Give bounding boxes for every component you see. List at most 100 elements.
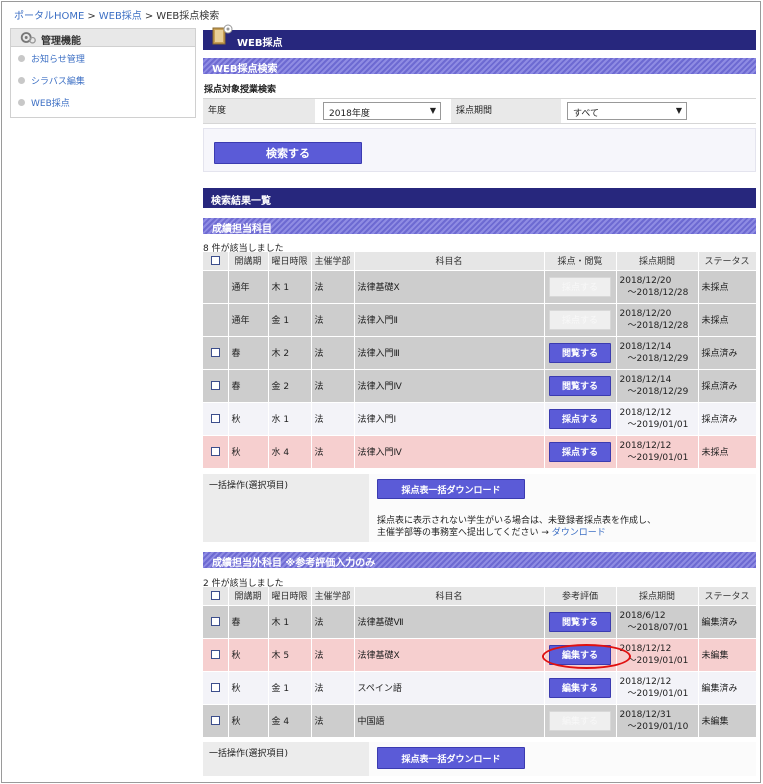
period-end: ～2019/01/01 xyxy=(627,452,689,463)
select-all-cell xyxy=(203,252,229,271)
sidebar-item-label: お知らせ管理 xyxy=(31,54,85,65)
section-header-reference-subjects: 成績担当外科目 ※参考評価入力のみ xyxy=(203,552,756,569)
day-period-cell: 木 1 xyxy=(268,605,312,639)
action-cell: 採点する xyxy=(544,270,617,304)
breadcrumb-separator: > xyxy=(87,11,96,22)
open-term-cell: 通年 xyxy=(228,303,269,337)
checkbox-cell xyxy=(203,638,229,672)
section-title: 成績担当科目 xyxy=(212,224,272,235)
row-checkbox[interactable] xyxy=(210,682,220,692)
row-checkbox[interactable] xyxy=(210,380,220,390)
bulk-download-button[interactable]: 採点表一括ダウンロード xyxy=(377,747,525,769)
open-term-cell: 春 xyxy=(228,369,269,403)
view-button[interactable]: 閲覧する xyxy=(549,375,611,396)
period-start: 2018/12/12 xyxy=(619,676,672,687)
search-form: 年度 2018年度 ▼ 採点期間 すべて ▼ xyxy=(203,98,756,124)
period-start: 2018/12/31 xyxy=(619,709,672,720)
day-period-cell: 木 1 xyxy=(268,270,312,304)
note-line-with-link: 主催学部等の事務室へ提出してください → ダウンロード xyxy=(377,527,656,539)
period-cell: 2018/12/20 ～2018/12/28 xyxy=(616,270,699,304)
status-cell: 採点済み xyxy=(698,402,757,436)
period-end: ～2018/12/29 xyxy=(627,353,689,364)
sidebar-item-label: シラバス編集 xyxy=(31,76,85,87)
checkbox-cell xyxy=(203,369,229,403)
period-cell: 2018/12/20 ～2018/12/28 xyxy=(616,303,699,337)
table-row: 通年 木 1 法 法律基礎X 採点する 2018/12/20 ～2018/12/2… xyxy=(203,270,757,304)
period-end: ～2018/07/01 xyxy=(627,622,689,633)
period-end: ～2018/12/29 xyxy=(627,386,689,397)
table-header-row: 開講期 曜日時限 主催学部 科目名 採点・閲覧 採点期間 ステータス xyxy=(203,252,757,271)
download-link[interactable]: ダウンロード xyxy=(552,528,606,538)
checkbox-cell xyxy=(203,704,229,738)
faculty-cell: 法 xyxy=(311,402,355,436)
gear-icon xyxy=(20,32,36,44)
sidebar-item-news[interactable]: お知らせ管理 xyxy=(11,47,195,69)
subject-cell: 法律入門Ⅲ xyxy=(354,336,545,370)
day-period-cell: 金 4 xyxy=(268,704,312,738)
row-checkbox[interactable] xyxy=(210,616,220,626)
grade-button[interactable]: 採点する xyxy=(549,408,611,429)
year-select-value: 2018年度 xyxy=(329,109,370,119)
sidebar-item-web-grading[interactable]: WEB採点 xyxy=(11,91,195,113)
row-checkbox[interactable] xyxy=(210,413,220,423)
sidebar-item-syllabus[interactable]: シラバス編集 xyxy=(11,69,195,91)
table-row: 秋 水 4 法 法律入門Ⅳ 採点する 2018/12/12 ～2019/01/01… xyxy=(203,435,757,469)
breadcrumb-web-grading-link[interactable]: WEB採点 xyxy=(99,11,142,22)
subject-cell: 法律入門Ⅳ xyxy=(354,369,545,403)
status-cell: 未採点 xyxy=(698,270,757,304)
row-checkbox[interactable] xyxy=(210,649,220,659)
period-start: 2018/12/20 xyxy=(619,275,672,286)
subject-cell: スペイン語 xyxy=(354,671,545,705)
note-line: 採点表に表示されない学生がいる場合は、未登録者採点表を作成し、 xyxy=(377,516,657,526)
bulk-operation-panel: 採点表一括ダウンロード 採点表に表示されない学生がいる場合は、未登録者採点表を作… xyxy=(369,474,756,542)
period-cell: 2018/12/14 ～2018/12/29 xyxy=(616,336,699,370)
bulk-operation-label: 一括操作(選択項目) xyxy=(209,749,289,759)
row-checkbox[interactable] xyxy=(210,347,220,357)
period-select[interactable]: すべて ▼ xyxy=(567,102,687,120)
faculty-cell: 法 xyxy=(311,369,355,403)
table-row: 秋 水 1 法 法律入門Ⅰ 採点する 2018/12/12 ～2019/01/01… xyxy=(203,402,757,436)
grade-button[interactable]: 採点する xyxy=(549,441,611,462)
period-select-value: すべて xyxy=(573,109,600,119)
bulk-download-button[interactable]: 採点表一括ダウンロード xyxy=(377,479,525,499)
column-header: ステータス xyxy=(698,252,757,271)
year-select[interactable]: 2018年度 ▼ xyxy=(323,102,441,120)
table-row: 秋 木 5 法 法律基礎X 編集する 2018/12/12 ～2019/01/01… xyxy=(203,638,757,672)
search-button[interactable]: 検索する xyxy=(214,142,362,164)
day-period-cell: 水 1 xyxy=(268,402,312,436)
checkbox-cell xyxy=(203,336,229,370)
faculty-cell: 法 xyxy=(311,435,355,469)
faculty-cell: 法 xyxy=(311,270,355,304)
action-cell: 採点する xyxy=(544,402,617,436)
edit-button[interactable]: 編集する xyxy=(549,677,611,698)
grade-button: 採点する xyxy=(549,309,611,330)
view-button[interactable]: 閲覧する xyxy=(549,611,611,632)
day-period-cell: 金 1 xyxy=(268,671,312,705)
column-header: 採点期間 xyxy=(616,587,699,606)
edit-button: 編集する xyxy=(549,710,611,731)
view-button[interactable]: 閲覧する xyxy=(549,342,611,363)
faculty-cell: 法 xyxy=(311,704,355,738)
select-all-checkbox[interactable] xyxy=(210,590,220,600)
download-note: 採点表に表示されない学生がいる場合は、未登録者採点表を作成し、 主催学部等の事務… xyxy=(377,515,656,539)
select-all-checkbox[interactable] xyxy=(210,255,220,265)
reference-subjects-table: 開講期 曜日時限 主催学部 科目名 参考評価 採点期間 ステータス 春 木 1 … xyxy=(203,587,757,738)
row-checkbox[interactable] xyxy=(210,715,220,725)
status-cell: 採点済み xyxy=(698,369,757,403)
period-start: 2018/12/12 xyxy=(619,440,672,451)
search-subtitle: 採点対象授業検索 xyxy=(204,85,277,95)
column-header: ステータス xyxy=(698,587,757,606)
column-header: 曜日時限 xyxy=(268,252,312,271)
sidebar: 管理機能 お知らせ管理 シラバス編集 WEB採点 xyxy=(10,28,196,118)
period-cell: 2018/12/12 ～2019/01/01 xyxy=(616,435,699,469)
bulk-operation-area: 一括操作(選択項目) 採点表一括ダウンロード 採点表に表示されない学生がいる場合… xyxy=(203,474,756,542)
breadcrumb: ポータルHOME > WEB採点 > WEB採点検索 xyxy=(14,7,219,22)
action-cell: 編集する xyxy=(544,671,617,705)
breadcrumb-home-link[interactable]: ポータルHOME xyxy=(14,11,84,22)
sidebar-header: 管理機能 xyxy=(11,29,195,47)
column-header: 主催学部 xyxy=(311,252,355,271)
subject-cell: 法律入門Ⅳ xyxy=(354,435,545,469)
column-header: 開講期 xyxy=(228,587,269,606)
row-checkbox[interactable] xyxy=(210,446,220,456)
section-header-search: WEB採点検索 xyxy=(203,58,756,75)
